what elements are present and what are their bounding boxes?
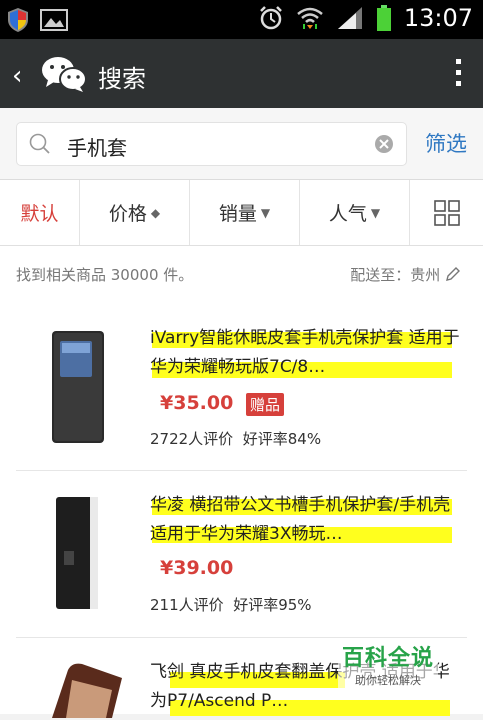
sort-updown-icon: ◆ (150, 205, 161, 220)
watermark-title: 百科全说 (341, 646, 434, 671)
wifi-icon (297, 7, 323, 29)
product-item[interactable]: 华凌 横招带公文书槽手机保护套/手机壳 适用于华为荣耀3X畅玩… ¥39.00 … (0, 471, 483, 637)
product-reviews: 211人评价 好评率95% (150, 596, 312, 614)
product-image (52, 331, 104, 443)
product-price: ¥39.00 (160, 557, 234, 579)
image-icon (40, 9, 68, 31)
grid-view-icon (433, 199, 460, 226)
back-icon[interactable]: ‹ (12, 61, 22, 91)
product-item[interactable]: iVarry智能休眠皮套手机壳保护套 适用于华为荣耀畅玩版7C/8… ¥35.0… (0, 302, 483, 470)
product-image (52, 663, 122, 718)
product-reviews: 2722人评价 好评率84% (150, 430, 322, 448)
clock: 13:07 (403, 4, 473, 32)
app-header: ‹ 搜索 (0, 39, 483, 108)
edit-pencil-icon (446, 267, 460, 281)
sort-tab-sales[interactable]: 销量 ▼ (190, 180, 300, 245)
alarm-icon (259, 6, 282, 30)
sort-down-icon: ▼ (260, 205, 271, 220)
filter-button[interactable]: 筛选 (425, 128, 467, 158)
gift-badge: 赠品 (246, 393, 285, 416)
search-icon (29, 133, 50, 154)
deliver-location[interactable]: 配送至：贵州 (350, 264, 461, 285)
sort-bar: 默认 价格 ◆ 销量 ▼ 人气 ▼ (0, 180, 483, 246)
product-name: iVarry智能休眠皮套手机壳保护套 适用于华为荣耀畅玩版7C/8… (150, 328, 460, 377)
status-bar: 13:07 (0, 0, 483, 39)
shield-icon (8, 8, 28, 32)
sort-tab-price[interactable]: 价格 ◆ (80, 180, 190, 245)
more-menu-icon[interactable] (456, 59, 461, 92)
product-name: 华凌 横招带公文书槽手机保护套/手机壳 适用于华为荣耀3X畅玩… (150, 495, 451, 544)
grid-view-button[interactable] (410, 180, 483, 245)
sort-tab-popularity[interactable]: 人气 ▼ (300, 180, 410, 245)
watermark-subtitle: 助你轻松解决 (355, 674, 421, 687)
wechat-logo-icon (42, 57, 87, 92)
sort-tab-default[interactable]: 默认 (0, 180, 80, 245)
result-count: 找到相关商品 30000 件。 (16, 266, 194, 284)
search-bar: 手机套 筛选 (0, 108, 483, 180)
product-price: ¥35.00 (160, 392, 234, 414)
page-title: 搜索 (98, 65, 146, 93)
signal-icon (337, 7, 362, 29)
result-info: 找到相关商品 30000 件。 配送至：贵州 (0, 246, 483, 302)
clear-icon[interactable] (374, 134, 394, 154)
watermark: 百科全说 助你轻松解决 (338, 640, 438, 688)
battery-icon (376, 5, 391, 31)
product-image (56, 497, 98, 609)
search-input[interactable]: 手机套 (16, 122, 407, 166)
sort-down-icon: ▼ (370, 205, 381, 220)
search-query: 手机套 (67, 136, 127, 160)
